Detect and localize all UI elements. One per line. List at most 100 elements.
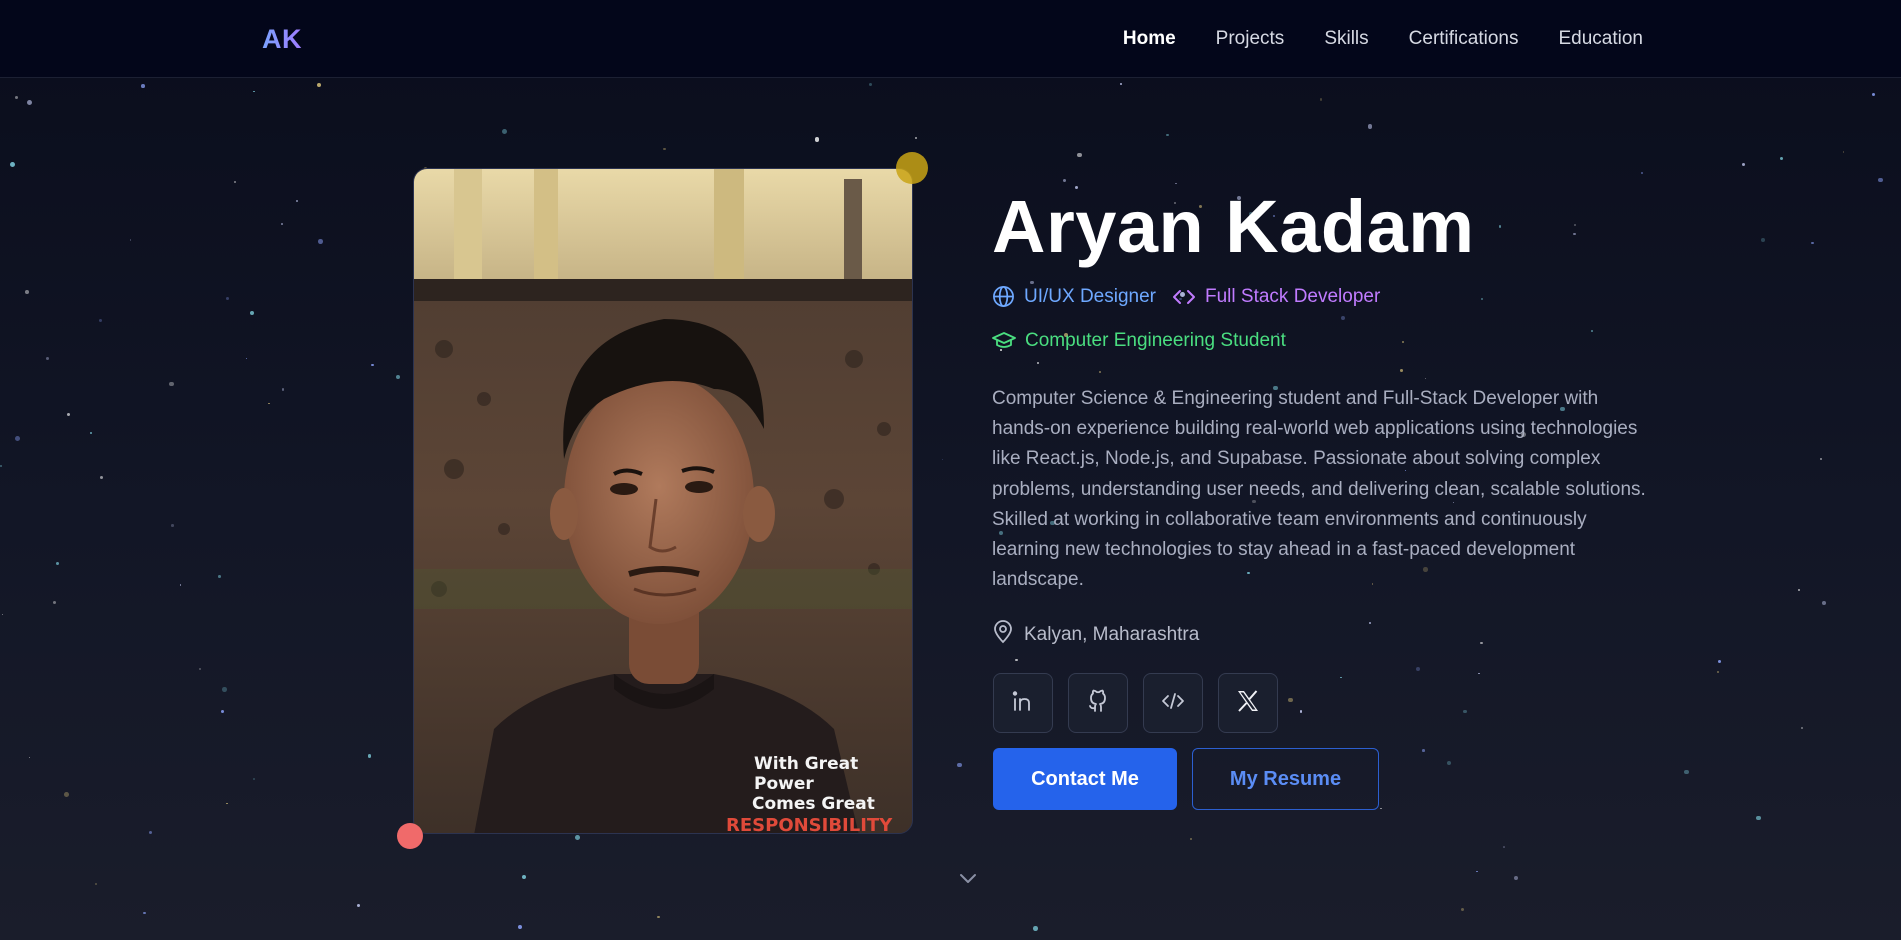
logo[interactable]: AK <box>262 24 302 55</box>
star <box>179 584 182 586</box>
star <box>1761 237 1765 242</box>
star <box>395 375 400 380</box>
star <box>253 90 255 93</box>
nav-link-certifications[interactable]: Certifications <box>1409 28 1519 50</box>
star <box>281 388 285 391</box>
star <box>1573 232 1576 236</box>
code-icon <box>1161 692 1185 715</box>
star <box>45 356 49 360</box>
star <box>1341 316 1346 321</box>
github-button[interactable] <box>1068 673 1128 733</box>
hero-name: Aryan Kadam <box>992 185 1475 268</box>
nav-link-skills[interactable]: Skills <box>1324 28 1368 50</box>
star <box>249 311 254 316</box>
star <box>281 223 283 225</box>
role-list: UI/UX Designer Full Stack Developer <box>992 285 1380 308</box>
star <box>1098 370 1102 374</box>
star <box>1422 748 1425 752</box>
decorative-dot-red <box>397 823 423 849</box>
star <box>1503 846 1505 848</box>
star <box>316 82 322 88</box>
nav-link-projects[interactable]: Projects <box>1216 28 1285 50</box>
star <box>1717 659 1721 663</box>
star <box>957 762 962 768</box>
star <box>140 84 145 88</box>
star <box>1476 870 1478 873</box>
navbar: AK Home Projects Skills Certifications E… <box>0 0 1901 78</box>
contact-me-button[interactable]: Contact Me <box>993 748 1177 810</box>
star <box>1299 710 1303 713</box>
star <box>1800 726 1803 729</box>
shirt-text-line-3: Comes Great <box>752 794 875 814</box>
star <box>1462 709 1467 714</box>
code-icon <box>1172 287 1196 307</box>
star <box>1741 162 1746 167</box>
role-full-stack-developer: Full Stack Developer <box>1172 286 1380 308</box>
linkedin-button[interactable] <box>993 673 1053 733</box>
star <box>1166 133 1169 137</box>
star <box>356 903 361 908</box>
nav-link-education[interactable]: Education <box>1558 28 1643 50</box>
star <box>198 667 201 670</box>
star <box>1756 815 1762 821</box>
star <box>28 756 31 759</box>
star <box>9 161 15 167</box>
star <box>295 199 298 203</box>
star <box>663 148 666 151</box>
star <box>1189 838 1192 841</box>
star <box>1480 298 1483 301</box>
star <box>501 129 507 135</box>
star <box>55 562 59 565</box>
star <box>518 925 523 930</box>
role-label: Computer Engineering Student <box>1025 330 1286 351</box>
star <box>1878 178 1883 183</box>
location: Kalyan, Maharashtra <box>992 620 1199 650</box>
star <box>1478 672 1481 675</box>
nav-links: Home Projects Skills Certifications Educ… <box>1123 0 1643 78</box>
star <box>1498 225 1502 228</box>
star <box>14 95 19 100</box>
star <box>1798 589 1801 592</box>
star <box>226 802 228 805</box>
star <box>1446 760 1451 765</box>
star <box>1369 621 1371 624</box>
star <box>142 911 146 915</box>
star <box>63 792 69 797</box>
role-student-row: Computer Engineering Student <box>992 330 1286 352</box>
my-resume-button[interactable]: My Resume <box>1192 748 1379 810</box>
role-computer-engineering-student: Computer Engineering Student <box>992 330 1286 352</box>
star <box>1119 82 1122 86</box>
globe-icon <box>992 285 1015 308</box>
star <box>1030 280 1034 285</box>
star <box>915 136 918 139</box>
star <box>99 475 103 479</box>
star <box>253 778 255 780</box>
scroll-down-button[interactable] <box>958 872 978 886</box>
star <box>1872 93 1876 97</box>
star <box>268 403 270 405</box>
star <box>52 600 57 605</box>
star <box>1684 769 1689 775</box>
code-profile-button[interactable] <box>1143 673 1203 733</box>
star <box>1077 152 1082 158</box>
nav-link-home[interactable]: Home <box>1123 28 1176 50</box>
star <box>1480 642 1483 645</box>
star <box>1513 875 1519 881</box>
star <box>1822 600 1827 605</box>
star <box>1288 697 1293 703</box>
star <box>0 465 3 468</box>
star <box>148 831 152 835</box>
role-ui-ux-designer: UI/UX Designer <box>992 285 1156 308</box>
star <box>1842 150 1845 153</box>
star <box>26 99 32 105</box>
star <box>1062 178 1066 182</box>
x-button[interactable] <box>1218 673 1278 733</box>
shirt-text-line-4: RESPONSIBILITY <box>726 815 893 834</box>
star <box>1779 156 1784 161</box>
social-links <box>993 673 1278 733</box>
linkedin-icon <box>1011 690 1035 717</box>
star <box>169 381 175 387</box>
star <box>1400 368 1403 372</box>
star <box>234 180 237 183</box>
star <box>1014 658 1018 662</box>
